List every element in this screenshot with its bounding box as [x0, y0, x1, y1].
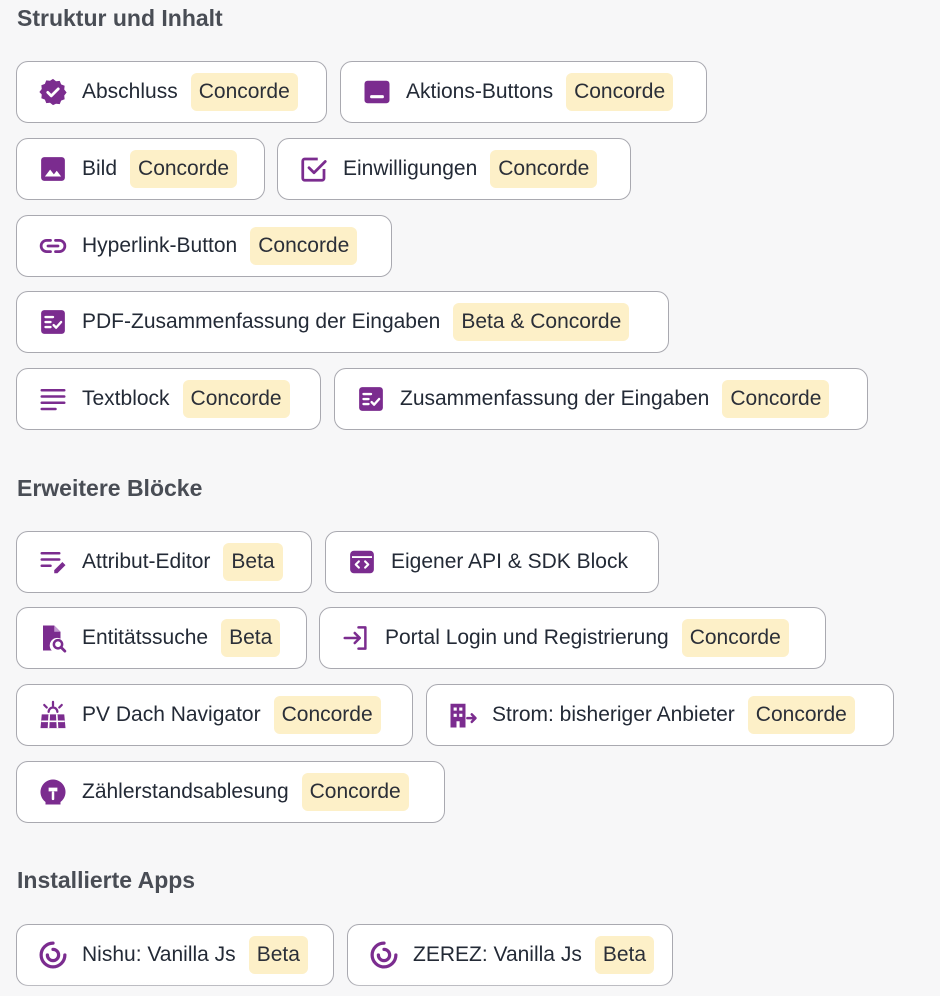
block-label: PDF-Zusammenfassung der Eingaben	[82, 310, 441, 333]
block-label: Attribut-Editor	[82, 550, 211, 573]
block-portal-login[interactable]: Portal Login und Registrierung Concorde	[319, 607, 826, 669]
block-bild[interactable]: Bild Concorde	[16, 138, 265, 200]
link-icon	[37, 230, 69, 262]
block-attribut-editor[interactable]: Attribut-Editor Beta	[16, 531, 312, 593]
block-badge: Concorde	[182, 380, 290, 418]
image-icon	[37, 153, 69, 185]
block-label: Portal Login und Registrierung	[385, 626, 669, 649]
app-nishu[interactable]: Nishu: Vanilla Js Beta	[16, 924, 334, 986]
block-textblock[interactable]: Textblock Concorde	[16, 368, 321, 430]
verified-badge-icon	[37, 76, 69, 108]
checkbox-icon	[298, 153, 330, 185]
block-badge: Beta	[594, 936, 655, 974]
block-badge: Beta	[248, 936, 308, 974]
block-label: Zusammenfassung der Eingaben	[400, 387, 710, 410]
block-label: Einwilligungen	[343, 157, 478, 180]
block-einwilligungen[interactable]: Einwilligungen Concorde	[277, 138, 631, 200]
block-badge: Concorde	[722, 380, 830, 418]
block-entitaetssuche[interactable]: Entitätssuche Beta	[16, 607, 307, 669]
section-title-structure: Struktur und Inhalt	[17, 5, 223, 31]
section-title-advanced: Erweitere Blöcke	[17, 475, 203, 501]
text-lines-icon	[37, 383, 69, 415]
block-label: Strom: bisheriger Anbieter	[492, 703, 735, 726]
block-badge: Beta	[221, 619, 281, 657]
block-label: Hyperlink-Button	[82, 234, 238, 257]
block-zusammenfassung[interactable]: Zusammenfassung der Eingaben Concorde	[334, 368, 868, 430]
block-label: Nishu: Vanilla Js	[82, 943, 236, 966]
block-badge: Concorde	[490, 150, 598, 188]
checklist-icon	[37, 306, 69, 338]
block-label: Zählerstandsablesung	[82, 780, 289, 803]
block-strom-anbieter[interactable]: Strom: bisheriger Anbieter Concorde	[426, 684, 894, 746]
edit-lines-icon	[37, 546, 69, 578]
button-bar-icon	[361, 76, 393, 108]
block-aktions-buttons[interactable]: Aktions-Buttons Concorde	[340, 61, 707, 123]
block-hyperlink-button[interactable]: Hyperlink-Button Concorde	[16, 215, 392, 277]
block-label: Abschluss	[82, 80, 178, 103]
app-zerez[interactable]: ZEREZ: Vanilla Js Beta	[347, 924, 673, 986]
building-arrow-icon	[447, 699, 479, 731]
block-badge: Concorde	[130, 150, 238, 188]
block-label: Eigener API & SDK Block	[391, 550, 628, 573]
block-badge: Concorde	[747, 696, 855, 734]
block-label: Entitätssuche	[82, 626, 209, 649]
solar-panel-icon	[37, 699, 69, 731]
block-badge: Beta	[223, 543, 283, 581]
block-zaehlerstandsablesung[interactable]: Zählerstandsablesung Concorde	[16, 761, 445, 823]
block-label: PV Dach Navigator	[82, 703, 261, 726]
app-logo-icon	[368, 939, 400, 971]
block-badge: Concorde	[681, 619, 789, 657]
block-pv-dach-navigator[interactable]: PV Dach Navigator Concorde	[16, 684, 413, 746]
block-label: Aktions-Buttons	[406, 80, 554, 103]
document-search-icon	[37, 622, 69, 654]
checklist-icon	[355, 383, 387, 415]
meter-icon	[37, 776, 69, 808]
section-title-apps: Installierte Apps	[17, 867, 196, 893]
block-badge: Concorde	[301, 773, 409, 811]
block-badge: Beta & Concorde	[453, 303, 630, 341]
block-label: Bild	[82, 157, 118, 180]
block-abschluss[interactable]: Abschluss Concorde	[16, 61, 327, 123]
block-label: Textblock	[82, 387, 170, 410]
code-window-icon	[346, 546, 378, 578]
block-label: ZEREZ: Vanilla Js	[413, 943, 582, 966]
block-badge: Concorde	[566, 73, 674, 111]
app-logo-icon	[37, 939, 69, 971]
scroll-fade	[0, 982, 940, 996]
block-badge: Concorde	[190, 73, 298, 111]
block-eigener-api-sdk[interactable]: Eigener API & SDK Block	[325, 531, 659, 593]
block-badge: Concorde	[250, 227, 358, 265]
block-pdf-zusammenfassung[interactable]: PDF-Zusammenfassung der Eingaben Beta & …	[16, 291, 669, 353]
login-icon	[340, 622, 372, 654]
block-badge: Concorde	[273, 696, 381, 734]
